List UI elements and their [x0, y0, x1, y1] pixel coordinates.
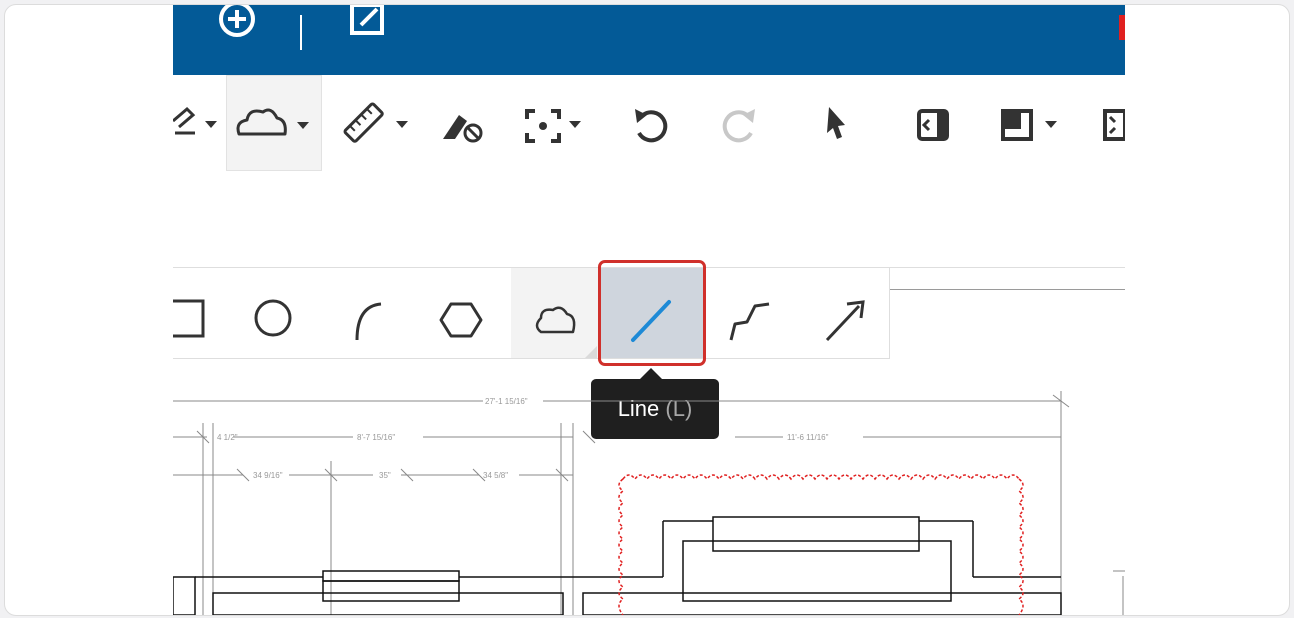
panel-left-icon [917, 109, 949, 141]
dimension-label: 35" [379, 471, 391, 480]
eraser-icon [443, 115, 483, 143]
cloud-icon [535, 306, 597, 358]
screenshot-frame: Line (L) 27'-1 15/16" 4 1/2" 8'-7 15/16"… [4, 4, 1290, 616]
top-bar [173, 5, 1125, 75]
dimension-label: 11'-6 11/16" [787, 433, 829, 442]
polyline-tool[interactable] [713, 268, 793, 358]
main-toolbar [173, 75, 1125, 171]
panel-toggle[interactable] [909, 75, 959, 171]
redo-icon [722, 109, 755, 143]
status-indicator [1119, 15, 1125, 40]
ruler-icon [343, 102, 408, 143]
arrow-icon [825, 300, 865, 342]
ellipse-tool[interactable] [241, 268, 307, 358]
circle-icon [254, 299, 292, 337]
panel-border [890, 267, 1125, 268]
layout-tool[interactable] [995, 75, 1075, 171]
arc-icon [355, 302, 382, 341]
floor-plan-drawing[interactable]: 27'-1 15/16" 4 1/2" 8'-7 15/16" 11'-6 11… [173, 381, 1125, 615]
edit-square-icon[interactable] [347, 5, 391, 50]
select-tool[interactable] [813, 75, 863, 171]
focus-frame-icon [525, 109, 581, 143]
collapse-icon [1103, 109, 1125, 141]
arc-tool[interactable] [337, 268, 397, 358]
redo-button[interactable] [713, 75, 773, 171]
hexagon-icon [439, 302, 483, 338]
fullscreen-button[interactable] [1097, 75, 1125, 171]
undo-button[interactable] [623, 75, 683, 171]
cloud-shape-tool[interactable] [511, 268, 599, 358]
cloud-markup[interactable] [618, 474, 1024, 615]
polyline-icon [729, 302, 770, 341]
polygon-tool[interactable] [429, 268, 495, 358]
dimension-label: 8'-7 15/16" [357, 433, 395, 442]
cloud-icon [236, 108, 309, 136]
panel-border [890, 289, 1125, 290]
toolbar-divider [300, 15, 302, 50]
rectangle-icon [173, 299, 205, 338]
arrow-tool[interactable] [801, 268, 881, 358]
focus-tool[interactable] [519, 75, 599, 171]
dimension-label: 34 5/8" [483, 471, 508, 480]
dimension-label: 27'-1 15/16" [485, 397, 528, 406]
plus-circle-icon[interactable] [215, 5, 259, 50]
pen-tool[interactable] [173, 75, 225, 171]
pointer-icon [827, 107, 845, 139]
cloud-tool[interactable] [226, 75, 322, 171]
layout-icon [1001, 109, 1057, 141]
eraser-tool[interactable] [435, 75, 495, 171]
measure-tool[interactable] [338, 75, 418, 171]
markup-app: Line (L) 27'-1 15/16" 4 1/2" 8'-7 15/16"… [173, 5, 1125, 615]
line-tool-highlight [598, 260, 706, 366]
dimension-label: 4 1/2" [217, 433, 238, 442]
rectangle-tool[interactable] [173, 268, 233, 358]
tooltip-pointer [640, 368, 662, 379]
dimension-label: 34 9/16" [253, 471, 283, 480]
shape-toolbar [173, 267, 890, 359]
undo-icon [635, 109, 668, 143]
